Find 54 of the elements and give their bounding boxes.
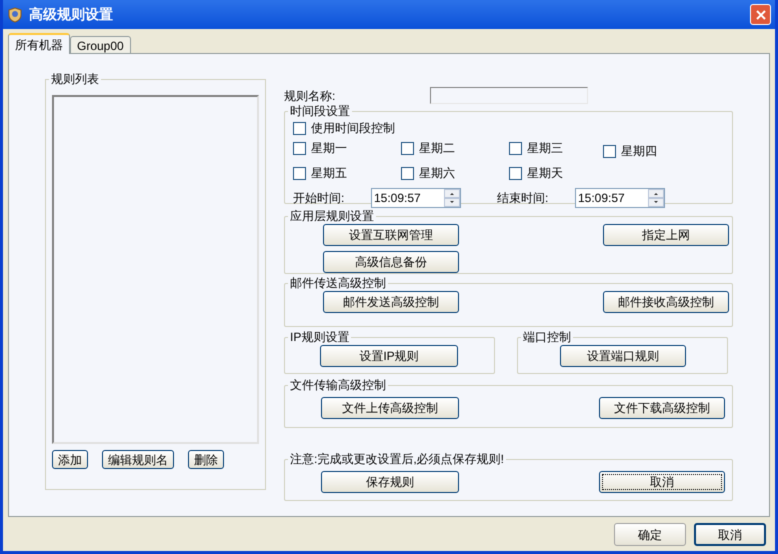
checkbox-label: 星期五	[311, 165, 347, 182]
push-button[interactable]: 文件下载高级控制	[599, 397, 725, 419]
checkbox-label: 星期二	[419, 140, 455, 157]
group-title: 时间段设置	[288, 103, 352, 119]
field-label: 规则名称:	[284, 88, 336, 104]
checkbox[interactable]	[509, 166, 522, 180]
tab[interactable]: Group00	[70, 36, 131, 54]
checkbox-label: 星期四	[621, 143, 657, 160]
checkbox[interactable]	[603, 144, 616, 158]
close-button[interactable]	[750, 4, 771, 25]
group-title: 文件传输高级控制	[288, 377, 388, 393]
checkbox[interactable]	[401, 166, 414, 180]
checkbox-label: 星期六	[419, 165, 455, 182]
push-button[interactable]: 邮件发送高级控制	[323, 291, 459, 313]
push-button[interactable]: 设置端口规则	[560, 345, 686, 367]
checkbox[interactable]	[401, 142, 414, 154]
checkbox[interactable]	[293, 142, 306, 154]
window-title: 高级规则设置	[29, 5, 114, 24]
push-button[interactable]: 取消	[599, 471, 725, 493]
push-button[interactable]: 取消	[694, 523, 766, 546]
checkbox[interactable]	[293, 122, 306, 134]
spin-arrows-icon[interactable]	[648, 189, 664, 207]
rule-name-field[interactable]	[430, 87, 588, 104]
group-title: 规则列表	[49, 71, 101, 87]
field-label: 结束时间:	[497, 190, 550, 207]
push-button[interactable]: 高级信息备份	[323, 251, 459, 273]
checkbox-label: 星期天	[527, 165, 563, 182]
checkbox[interactable]	[293, 166, 306, 180]
push-button[interactable]: 添加	[52, 450, 88, 469]
push-button[interactable]: 删除	[188, 450, 224, 469]
push-button[interactable]: 指定上网	[603, 224, 729, 246]
push-button[interactable]: 设置互联网管理	[323, 224, 459, 246]
checkbox-label: 星期一	[311, 140, 347, 157]
push-button[interactable]: 确定	[614, 523, 686, 546]
push-button[interactable]: 邮件接收高级控制	[603, 291, 729, 313]
time-field[interactable]: 15:09:57	[575, 188, 665, 208]
push-button[interactable]: 编辑规则名	[102, 450, 174, 469]
time-field[interactable]: 15:09:57	[371, 188, 461, 208]
group-title: 应用层规则设置	[288, 208, 376, 224]
group-title: 端口控制	[521, 329, 573, 345]
close-icon	[756, 10, 766, 20]
push-button[interactable]: 文件上传高级控制	[321, 397, 459, 419]
group-title: 邮件传送高级控制	[288, 275, 388, 291]
group-title: 注意:完成或更改设置后,必须点保存规则!	[288, 451, 506, 467]
checkbox[interactable]	[509, 142, 522, 154]
checkbox-label: 使用时间段控制	[311, 120, 395, 137]
push-button[interactable]: 设置IP规则	[320, 345, 458, 367]
group-title: IP规则设置	[288, 329, 352, 345]
checkbox-label: 星期三	[527, 140, 563, 157]
field-label: 开始时间:	[293, 190, 346, 207]
spin-arrows-icon[interactable]	[444, 189, 460, 207]
push-button[interactable]: 保存规则	[321, 471, 459, 493]
shield-icon	[7, 6, 23, 22]
tab[interactable]: 所有机器	[8, 33, 70, 54]
